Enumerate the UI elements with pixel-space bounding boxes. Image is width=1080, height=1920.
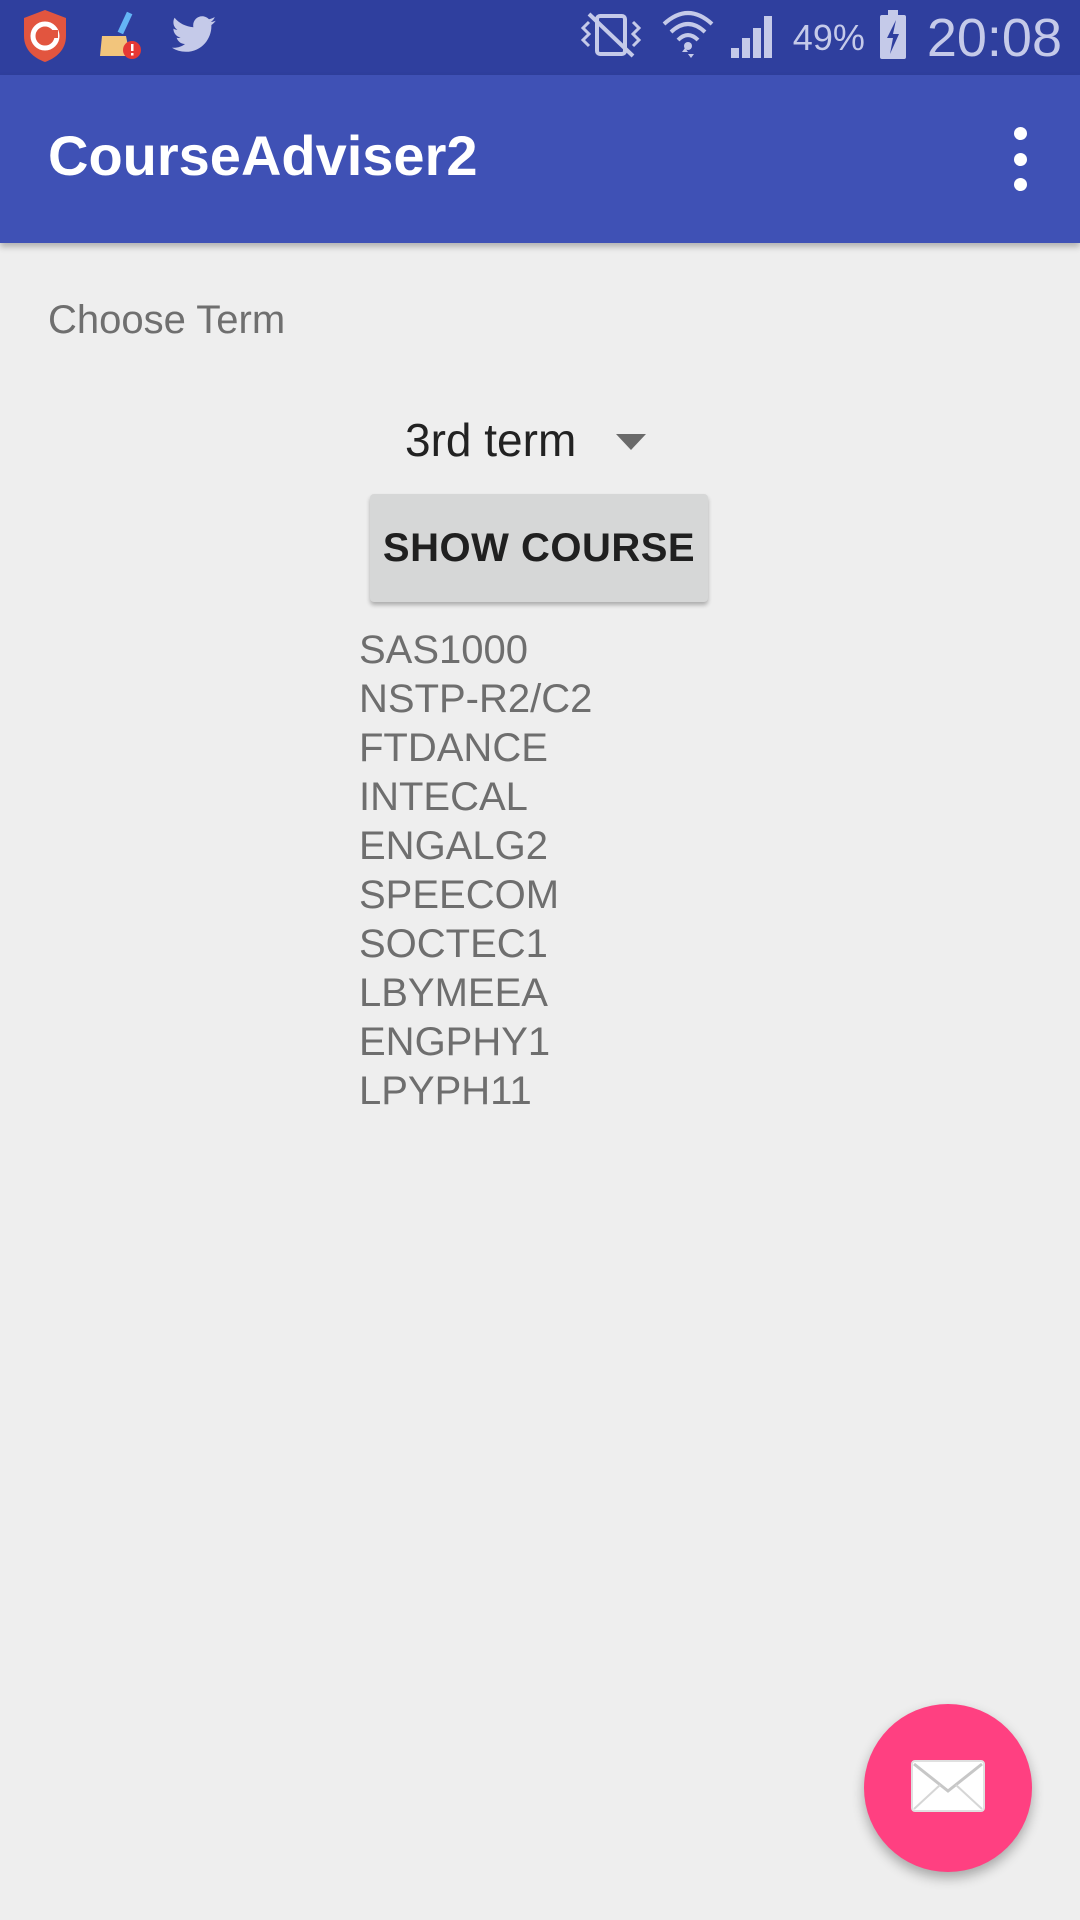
course-item: ENGALG2 xyxy=(359,824,548,868)
notification-icons xyxy=(20,8,218,68)
term-spinner[interactable]: 3rd term xyxy=(405,405,647,475)
course-item: FTDANCE xyxy=(359,726,548,770)
course-item: SOCTEC1 xyxy=(359,922,548,966)
course-list: SAS1000 NSTP-R2/C2 FTDANCE INTECAL ENGAL… xyxy=(359,626,592,1116)
wifi-icon xyxy=(661,8,715,67)
course-item: NSTP-R2/C2 xyxy=(359,677,593,721)
system-icons: 49% 20:08 xyxy=(575,0,1062,75)
more-vert-icon[interactable] xyxy=(1000,127,1040,191)
battery-charging-icon xyxy=(879,10,907,65)
course-item: SAS1000 xyxy=(359,628,529,672)
twitter-icon xyxy=(170,15,218,62)
cleaner-app-icon xyxy=(96,10,144,67)
show-course-button[interactable]: SHOW COURSE xyxy=(370,494,708,602)
vibrate-icon xyxy=(575,10,647,65)
clock: 20:08 xyxy=(926,7,1062,68)
battery-percentage: 49% xyxy=(792,16,865,58)
security-app-icon xyxy=(20,8,70,69)
status-bar: 49% 20:08 xyxy=(0,0,1080,75)
mail-icon xyxy=(910,1759,986,1818)
app-title: CourseAdviser2 xyxy=(48,124,478,187)
dropdown-arrow-icon xyxy=(616,434,647,450)
course-item: SPEECOM xyxy=(359,873,560,917)
choose-term-label: Choose Term xyxy=(48,298,286,342)
course-item: LBYMEEA xyxy=(359,971,548,1015)
app-bar: CourseAdviser2 xyxy=(0,75,1080,243)
course-item: INTECAL xyxy=(359,775,528,819)
course-item: LPYPH11 xyxy=(359,1069,532,1113)
term-spinner-value: 3rd term xyxy=(405,414,577,466)
course-item: ENGPHY1 xyxy=(359,1020,551,1064)
mail-fab-button[interactable] xyxy=(864,1704,1032,1872)
signal-icon xyxy=(729,10,779,65)
